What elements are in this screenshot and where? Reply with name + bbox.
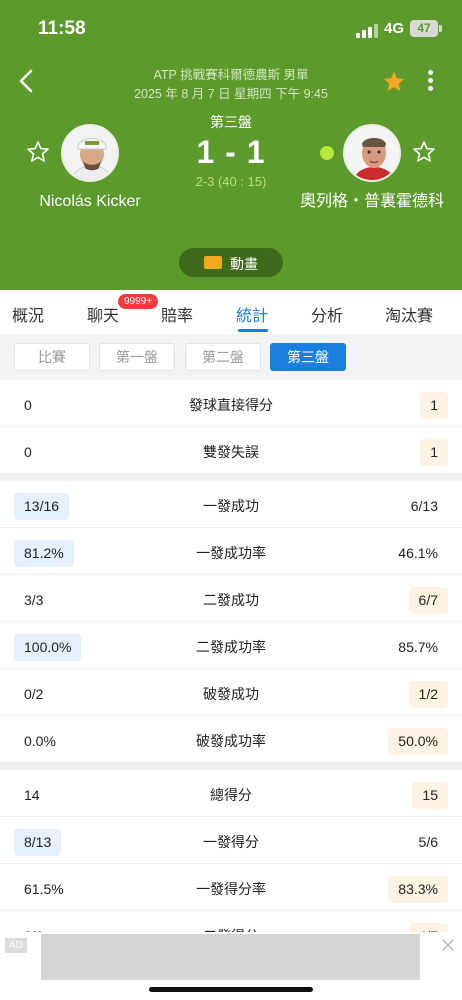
stat-label: 一發得分率 (196, 881, 266, 897)
stat-right-value: 83.3% (388, 876, 448, 903)
stat-row: 13/16 一發成功 6/13 (0, 481, 462, 528)
stat-label: 一發成功率 (196, 545, 266, 561)
signal-icon (356, 24, 378, 38)
player-right-name[interactable]: 奧列格・普裏霍德科 (300, 192, 444, 212)
ad-banner[interactable]: AD (0, 932, 462, 980)
set-filter-set3[interactable]: 第三盤 (270, 343, 346, 371)
current-set-label: 第三盤 (210, 114, 252, 130)
stat-label: 總得分 (210, 787, 252, 803)
match-header: 11:58 4G 47 ATP 挑戰賽科爾德農斯 男單 2025 年 8 月 7… (0, 0, 462, 290)
stat-label: 破發成功率 (196, 733, 266, 749)
tab-knockout[interactable]: 淘汰賽 (385, 302, 433, 326)
stat-right-value: 46.1% (398, 545, 438, 561)
stat-left-value: 100.0% (14, 634, 82, 661)
stat-right-value: 1 (420, 392, 448, 419)
game-score: 2-3 (40 : 15) (195, 174, 267, 189)
animation-button[interactable]: 動畫 (179, 248, 283, 277)
stat-row: 0 雙發失誤 1 (0, 427, 462, 474)
stat-label: 雙發失誤 (203, 444, 259, 460)
favorite-star-icon[interactable] (382, 70, 406, 94)
tab-overview[interactable]: 概況 (12, 302, 44, 326)
stat-left-value: 81.2% (14, 540, 74, 567)
tab-analysis[interactable]: 分析 (311, 302, 343, 326)
stat-left-value: 3/3 (24, 592, 44, 608)
stat-right-value: 1 (420, 439, 448, 466)
stat-label: 一發得分 (203, 834, 259, 850)
stat-label: 一發成功 (203, 498, 259, 514)
set-filter-match[interactable]: 比賽 (14, 343, 90, 371)
stat-left-value: 13/16 (14, 493, 70, 520)
animation-label: 動畫 (230, 256, 258, 272)
animation-icon (204, 256, 222, 269)
stat-label: 發球直接得分 (189, 397, 273, 413)
stat-row: 100.0% 二發成功率 85.7% (0, 622, 462, 669)
more-vertical-icon[interactable] (420, 68, 440, 94)
close-icon[interactable] (441, 938, 455, 952)
stat-row: 0.0% 破發成功率 50.0% (0, 716, 462, 763)
stat-label: 二發成功率 (196, 639, 266, 655)
serving-tennis-ball-icon (320, 146, 334, 160)
status-bar: 11:58 4G 47 (0, 0, 462, 56)
section-divider (0, 474, 462, 481)
stat-right-value: 1/2 (408, 681, 448, 708)
stat-left-value: 14 (24, 787, 40, 803)
stat-left-value: 0.0% (24, 733, 56, 749)
stat-left-value: 0 (24, 397, 32, 413)
stat-row: 61.5% 一發得分率 83.3% (0, 864, 462, 911)
tab-stats[interactable]: 統計 (236, 302, 268, 326)
tab-chat[interactable]: 聊天 (87, 302, 119, 326)
stat-row: 8/13 一發得分 5/6 (0, 817, 462, 864)
stat-row: 0/2 破發成功 1/2 (0, 669, 462, 716)
stat-row: 14 總得分 15 (0, 770, 462, 817)
stat-label: 破發成功 (203, 686, 259, 702)
stat-right-value: 5/6 (418, 834, 438, 850)
tab-bar: 概況 聊天 賠率 統計 分析 淘汰賽 (0, 290, 462, 334)
stat-left-value: 8/13 (14, 829, 62, 856)
network-type: 4G (384, 20, 405, 37)
ad-tag: AD (5, 938, 27, 953)
battery-icon: 47 (410, 20, 442, 37)
stat-row: 81.2% 一發成功率 46.1% (0, 528, 462, 575)
stat-row: 0 發球直接得分 1 (0, 380, 462, 427)
player-left-name[interactable]: Nicolás Kicker (10, 192, 170, 212)
stat-left-value: 61.5% (24, 881, 64, 897)
stat-right-value: 85.7% (398, 639, 438, 655)
stat-right-value: 6/7 (408, 587, 448, 614)
stat-row: 3/3 二發成功 6/7 (0, 575, 462, 622)
stat-right-value: 15 (412, 782, 448, 809)
stat-right-value: 50.0% (388, 728, 448, 755)
chat-count-badge: 9999+ (118, 294, 159, 309)
active-tab-indicator (238, 329, 268, 332)
player-right-avatar[interactable] (343, 124, 401, 182)
tab-odds[interactable]: 賠率 (161, 302, 193, 326)
set-filter-set1[interactable]: 第一盤 (99, 343, 175, 371)
status-time: 11:58 (38, 18, 86, 39)
set-filter-bar: 比賽 第一盤 第二盤 第三盤 (0, 334, 462, 380)
player-right-follow-star-icon[interactable] (412, 140, 436, 164)
stat-left-value: 0 (24, 444, 32, 460)
ad-image[interactable] (41, 934, 420, 980)
set-filter-set2[interactable]: 第二盤 (185, 343, 261, 371)
stat-right-value: 6/13 (410, 498, 438, 514)
home-indicator[interactable] (149, 987, 313, 992)
stat-label: 二發成功 (203, 592, 259, 608)
section-divider (0, 763, 462, 770)
stat-left-value: 0/2 (24, 686, 44, 702)
